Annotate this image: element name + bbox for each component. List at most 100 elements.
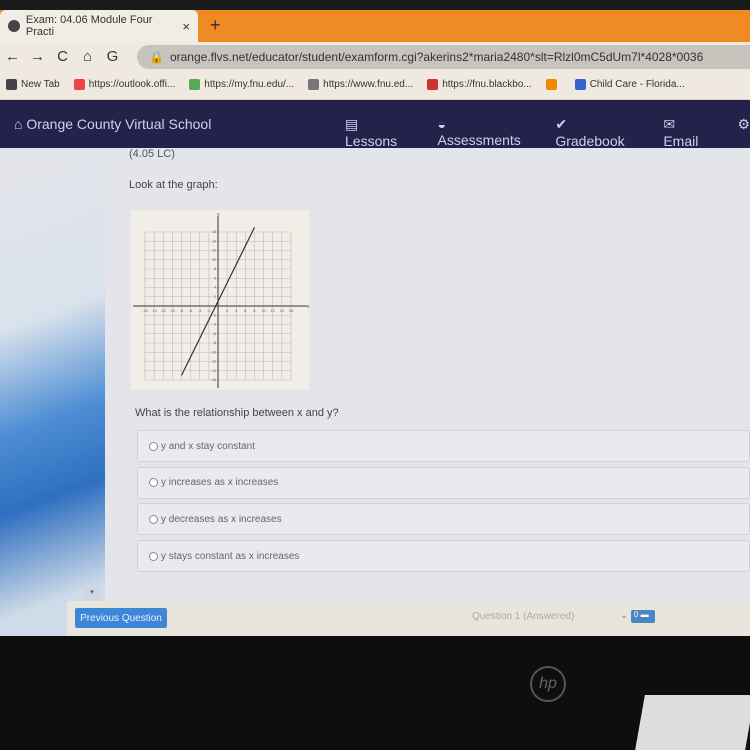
exam-footer: Previous Question Question 1 (Answered) … — [67, 601, 750, 636]
x-tick-label: -12 — [161, 309, 166, 313]
y-tick-label: 10 — [212, 258, 216, 262]
bookmark[interactable]: https://outlook.offi... — [73, 79, 176, 90]
answer-option[interactable]: y stays constant as x increases — [137, 540, 750, 573]
bookmark-icon — [574, 79, 586, 90]
x-tick-label: -6 — [189, 309, 192, 313]
new-tab-button[interactable]: + — [210, 15, 221, 36]
url-input[interactable]: 🔒 orange.flvs.net/educator/student/examfo… — [137, 45, 750, 69]
google-icon[interactable]: G — [100, 48, 125, 65]
question-text: What is the relationship between x and y… — [135, 407, 339, 419]
y-tick-label: -2 — [213, 313, 216, 317]
x-tick-label: -10 — [170, 309, 175, 313]
tab-bar: Exam: 04.06 Module Four Practi × + — [0, 10, 750, 42]
nav-item[interactable]: ◒ Assessments — [438, 116, 532, 149]
url-text: orange.flvs.net/educator/student/examfor… — [169, 50, 704, 64]
y-axis-label: y — [217, 212, 220, 218]
flag-count: 0 — [634, 610, 639, 619]
home-icon[interactable]: ⌂ — [75, 48, 100, 65]
y-tick-label: -10 — [211, 350, 216, 354]
decorative-background — [0, 148, 105, 636]
notebook — [635, 695, 750, 750]
previous-question-button[interactable]: Previous Question — [75, 608, 167, 628]
answer-option[interactable]: y decreases as x increases — [137, 503, 750, 536]
brand-link[interactable]: ⌂ Orange County Virtual School — [14, 116, 211, 132]
close-tab-icon[interactable]: × — [182, 19, 190, 34]
y-tick-label: 14 — [212, 239, 216, 243]
bookmark[interactable] — [545, 79, 561, 90]
y-tick-label: -6 — [213, 332, 216, 336]
exam-content: (4.05 LC) Look at the graph: -16 -16 -14 -1… — [0, 148, 750, 636]
browser-tab[interactable]: Exam: 04.06 Module Four Practi × — [0, 10, 198, 42]
site-navbar: ⌂ Orange County Virtual School ▤ Lessons… — [0, 100, 750, 149]
y-tick-label: 2 — [214, 295, 216, 299]
question-id: (4.05 LC) — [129, 148, 175, 160]
bookmark-label: https://outlook.offi... — [88, 79, 176, 90]
nav-item[interactable]: ✔ Gradebook — [555, 116, 639, 149]
answer-option[interactable]: y increases as x increases — [137, 466, 750, 499]
bookmarks-bar: New Tab https://outlook.offi... https://my… — [0, 70, 750, 100]
coordinate-graph: -16 -16 -14 -14 -12 -12 -10 -10 -8 -8 -6 -6 -4 -4 -2-2… — [133, 212, 310, 388]
x-tick-label: 6 — [244, 309, 246, 313]
option-label: y and x stay constant — [161, 440, 255, 452]
question-select[interactable]: Question 1 (Answered) — [472, 611, 574, 622]
bookmark-icon — [189, 79, 201, 90]
x-tick-label: -2 — [207, 309, 210, 313]
nav-item[interactable]: ⚙ — [737, 116, 750, 149]
back-icon[interactable]: ← — [0, 48, 25, 65]
bookmark-icon — [73, 79, 85, 90]
question-prompt: Look at the graph: — [129, 179, 218, 191]
bookmark-label: Child Care - Florida... — [589, 79, 685, 90]
x-tick-label: 8 — [254, 309, 256, 313]
x-tick-label: -16 — [142, 309, 147, 313]
x-tick-label: 2 — [226, 309, 228, 313]
scroll-toggle[interactable]: ▾ — [84, 588, 100, 602]
y-tick-label: 8 — [214, 267, 216, 271]
globe-icon — [8, 20, 20, 32]
x-tick-label: 12 — [271, 309, 275, 313]
bookmark[interactable]: https://www.fnu.ed... — [308, 79, 413, 90]
bookmark-icon — [427, 79, 439, 90]
x-tick-label: -4 — [198, 309, 201, 313]
radio-button[interactable] — [149, 551, 158, 561]
y-tick-label: 4 — [214, 286, 216, 290]
x-tick-label: 14 — [280, 309, 284, 313]
y-tick-label: -16 — [211, 378, 216, 382]
tab-title: Exam: 04.06 Module Four Practi — [25, 14, 153, 38]
bookmark-label: https://www.fnu.ed... — [323, 79, 414, 90]
reload-icon[interactable]: C — [50, 48, 75, 65]
option-label: y increases as x increases — [161, 477, 279, 489]
forward-icon[interactable]: → — [25, 48, 50, 65]
x-axis-label: x — [307, 304, 309, 310]
x-tick-label: 16 — [289, 309, 293, 313]
lock-icon: 🔒 — [149, 50, 164, 64]
bookmark[interactable]: New Tab — [6, 79, 60, 90]
y-tick-label: 12 — [212, 249, 216, 253]
bookmark-icon — [545, 79, 557, 90]
bookmark-icon — [308, 79, 320, 90]
bookmark-icon — [6, 79, 17, 90]
nav-item[interactable]: ✉ Email — [663, 116, 713, 149]
bookmark[interactable]: https://my.fnu.edu/... — [189, 79, 294, 90]
bookmark-label: https://fnu.blackbo... — [442, 79, 532, 90]
radio-button[interactable] — [149, 514, 158, 524]
x-tick-label: 10 — [262, 309, 266, 313]
y-tick-label: -14 — [211, 369, 216, 373]
option-label: y decreases as x increases — [161, 513, 282, 525]
flag-button[interactable]: 0 ▬ — [631, 610, 655, 623]
hp-logo: hp — [530, 666, 566, 702]
nav-menu: ▤ Lessons ◒ Assessments ✔ Gradebook ✉ Email… — [345, 116, 750, 149]
option-label: y stays constant as x increases — [161, 550, 300, 562]
radio-button[interactable] — [149, 441, 158, 451]
y-tick-label: 6 — [214, 276, 216, 280]
bookmark[interactable]: https://fnu.blackbo... — [427, 79, 532, 90]
y-tick-label: -4 — [213, 323, 216, 327]
bookmark[interactable]: Child Care - Florida... — [574, 79, 685, 90]
x-tick-label: -14 — [152, 309, 157, 313]
chevron-down-icon[interactable]: ⌄ — [620, 610, 628, 621]
y-tick-label: -12 — [211, 360, 216, 364]
x-tick-label: 4 — [235, 309, 237, 313]
radio-button[interactable] — [149, 478, 158, 488]
nav-item[interactable]: ▤ Lessons — [345, 116, 414, 149]
bookmark-label: https://my.fnu.edu/... — [204, 79, 295, 90]
answer-option[interactable]: y and x stay constant — [137, 430, 750, 462]
